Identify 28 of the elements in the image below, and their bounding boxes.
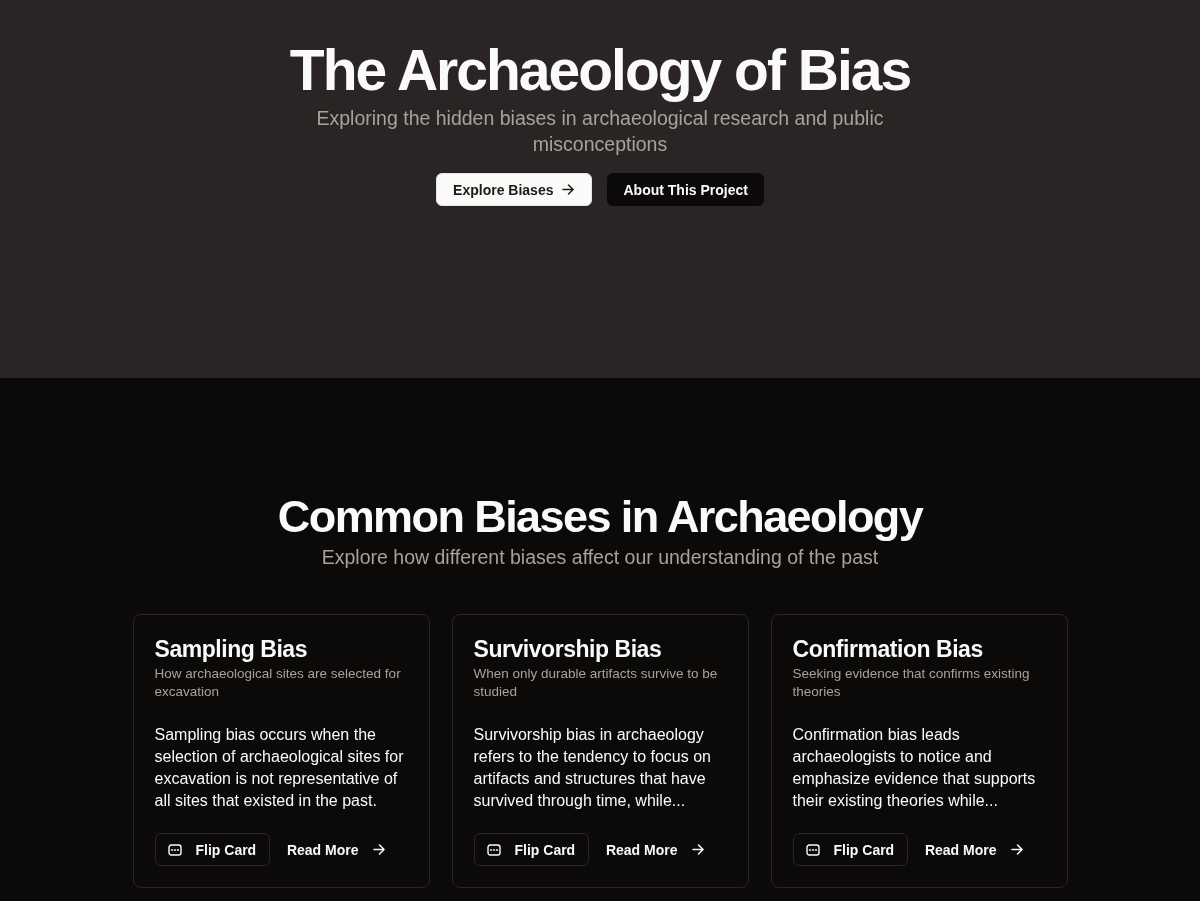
explore-button[interactable]: Explore Biases bbox=[436, 173, 593, 206]
card-title: Sampling Bias bbox=[154, 635, 308, 663]
arrow-right-icon bbox=[691, 844, 705, 855]
card-description: How archaeological sites are selected for excavation bbox=[154, 665, 402, 701]
read-more-button[interactable]: Read More bbox=[593, 833, 717, 866]
flip-card-button[interactable]: Flip Card bbox=[473, 833, 590, 866]
arrow-right-icon bbox=[562, 184, 576, 195]
flip-card-button[interactable]: Flip Card bbox=[792, 833, 909, 866]
section-title: Common Biases in Archaeology bbox=[277, 490, 923, 544]
card-description: When only durable artifacts survive to be studied bbox=[473, 665, 719, 701]
about-button[interactable]: About This Project bbox=[607, 173, 764, 206]
hero-subtitle: Exploring the hidden biases in archaeological research and public misconceptions bbox=[315, 106, 885, 157]
card-body-text: Sampling bias occurs when the selection of archaeological sites for excavation is not representative of all sites that existed in the past. bbox=[154, 725, 405, 811]
dotted-rectangle-icon bbox=[486, 843, 501, 856]
card-body-text: Confirmation bias leads archaeologists to notice and emphasize evidence that supports their existing theories while... bbox=[792, 725, 1037, 811]
hero-title: The Archaeology of Bias bbox=[289, 37, 911, 103]
section-subtitle: Explore how different biases affect our understanding of the past bbox=[321, 545, 879, 570]
read-more-button[interactable]: Read More bbox=[274, 833, 398, 866]
read-more-button[interactable]: Read More bbox=[912, 833, 1036, 866]
card-body-text: Survivorship bias in archaeology refers to the tendency to focus on artifacts and structures that have survived through time, while... bbox=[473, 725, 712, 811]
arrow-right-icon bbox=[1010, 844, 1024, 855]
card-title: Survivorship Bias bbox=[473, 635, 663, 663]
card-description: Seeking evidence that confirms existing theories bbox=[792, 665, 1031, 701]
arrow-right-icon bbox=[372, 844, 386, 855]
card-title: Confirmation Bias bbox=[792, 635, 984, 663]
dotted-rectangle-icon bbox=[805, 843, 820, 856]
flip-card-button[interactable]: Flip Card bbox=[154, 833, 271, 866]
dotted-rectangle-icon bbox=[167, 843, 182, 856]
